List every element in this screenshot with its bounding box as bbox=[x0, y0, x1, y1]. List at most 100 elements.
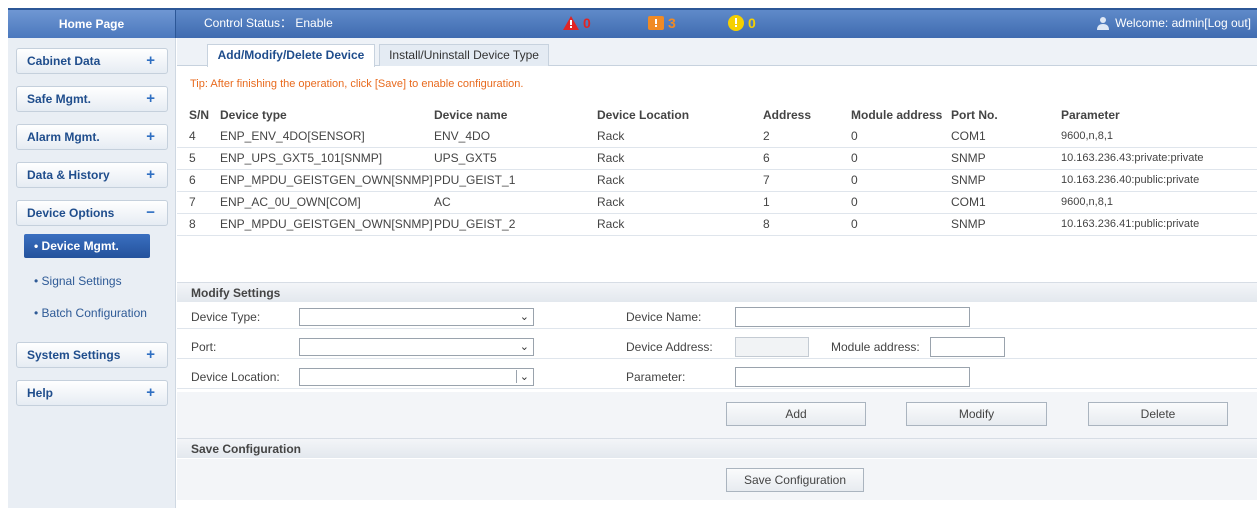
sidebar-item-cabinet-data[interactable]: Cabinet Data + bbox=[16, 48, 168, 74]
table-cell: 7 bbox=[763, 169, 851, 192]
expand-icon: + bbox=[146, 90, 155, 107]
device-table: S/N Device type Device name Device Locat… bbox=[177, 105, 1257, 236]
parameter-input[interactable] bbox=[735, 367, 970, 387]
modify-settings-header: Modify Settings bbox=[177, 282, 1257, 302]
expand-icon: + bbox=[146, 346, 155, 363]
parameter-label: Parameter: bbox=[626, 370, 686, 384]
sidebar-subitem-batch-configuration[interactable]: • Batch Configuration bbox=[34, 306, 147, 320]
device-type-select[interactable]: ⌄ bbox=[299, 308, 534, 326]
sidebar-item-alarm-mgmt[interactable]: Alarm Mgmt. + bbox=[16, 124, 168, 150]
table-cell: Rack bbox=[597, 191, 763, 214]
welcome-area: Welcome: admin[Log out] bbox=[1096, 16, 1251, 30]
column-header: Parameter bbox=[1061, 108, 1120, 122]
save-button-area: Save Configuration bbox=[177, 459, 1257, 500]
table-row[interactable]: 8 ENP_MPDU_GEISTGEN_OWN[SNMP] PDU_GEIST_… bbox=[177, 213, 1257, 236]
table-cell: 0 bbox=[851, 213, 951, 236]
table-cell: 6 bbox=[763, 147, 851, 170]
table-cell: 10.163.236.40:public:private bbox=[1061, 169, 1257, 192]
table-cell: 10.163.236.43:private:private bbox=[1061, 147, 1257, 170]
table-cell: ENP_UPS_GXT5_101[SNMP] bbox=[220, 147, 434, 170]
sidebar-subitem-signal-settings[interactable]: • Signal Settings bbox=[34, 274, 122, 288]
sidebar-item-label: System Settings bbox=[27, 348, 121, 362]
port-select[interactable]: ⌄ bbox=[299, 338, 534, 356]
table-cell: ENP_MPDU_GEISTGEN_OWN[SNMP] bbox=[220, 213, 434, 236]
table-cell: COM1 bbox=[951, 125, 1061, 148]
sidebar-item-label: Data & History bbox=[27, 168, 110, 182]
table-row[interactable]: 5 ENP_UPS_GXT5_101[SNMP] UPS_GXT5 Rack 6… bbox=[177, 147, 1257, 170]
delete-button[interactable]: Delete bbox=[1088, 402, 1228, 426]
device-name-input[interactable] bbox=[735, 307, 970, 327]
table-row[interactable]: 7 ENP_AC_0U_OWN[COM] AC Rack 1 0 COM1 96… bbox=[177, 191, 1257, 214]
table-cell: 10.163.236.41:public:private bbox=[1061, 213, 1257, 236]
table-row[interactable]: 6 ENP_MPDU_GEISTGEN_OWN[SNMP] PDU_GEIST_… bbox=[177, 169, 1257, 192]
major-alarm-count: 3 bbox=[668, 15, 676, 31]
collapse-icon: − bbox=[146, 204, 155, 221]
table-cell: 4 bbox=[177, 125, 220, 148]
form-row: Port: ⌄ Device Address: Module address: bbox=[177, 333, 1257, 359]
module-address-input[interactable] bbox=[930, 337, 1005, 357]
expand-icon: + bbox=[146, 384, 155, 401]
table-cell: 0 bbox=[851, 191, 951, 214]
sidebar-item-data-history[interactable]: Data & History + bbox=[16, 162, 168, 188]
save-configuration-button[interactable]: Save Configuration bbox=[726, 468, 864, 492]
table-cell: ENV_4DO bbox=[434, 125, 597, 148]
table-cell: 9600,n,8,1 bbox=[1061, 125, 1257, 148]
table-cell: ENP_MPDU_GEISTGEN_OWN[SNMP] bbox=[220, 169, 434, 192]
table-header-row: S/N Device type Device name Device Locat… bbox=[177, 105, 1257, 125]
expand-icon: + bbox=[146, 128, 155, 145]
table-cell: Rack bbox=[597, 125, 763, 148]
device-name-label: Device Name: bbox=[626, 310, 702, 324]
expand-icon: + bbox=[146, 166, 155, 183]
column-header: Port No. bbox=[951, 108, 998, 122]
sidebar-item-device-options[interactable]: Device Options − bbox=[16, 200, 168, 226]
table-cell: 1 bbox=[763, 191, 851, 214]
table-cell: Rack bbox=[597, 147, 763, 170]
home-page-button[interactable]: Home Page bbox=[8, 10, 176, 38]
chevron-down-icon: ⌄ bbox=[519, 311, 529, 323]
tab-add-modify-delete-device[interactable]: Add/Modify/Delete Device bbox=[207, 44, 375, 67]
chevron-down-icon: ⌄ bbox=[519, 341, 529, 353]
sidebar-item-label: Safe Mgmt. bbox=[27, 92, 92, 106]
critical-alarm-count: 0 bbox=[583, 15, 591, 31]
major-alarm-icon bbox=[648, 16, 664, 30]
table-cell: SNMP bbox=[951, 169, 1061, 192]
app-window: Home Page Control Status： Enable 0 3 0 W… bbox=[0, 0, 1257, 508]
add-button[interactable]: Add bbox=[726, 402, 866, 426]
table-cell: 0 bbox=[851, 125, 951, 148]
modify-button[interactable]: Modify bbox=[906, 402, 1047, 426]
critical-alarm-counter[interactable]: 0 bbox=[563, 15, 591, 31]
device-location-select[interactable]: ⌄ bbox=[299, 368, 534, 386]
action-button-area: Add Modify Delete bbox=[177, 392, 1257, 438]
control-status: Control Status： Enable bbox=[204, 16, 333, 30]
column-header: S/N bbox=[189, 108, 210, 122]
column-header: Address bbox=[763, 108, 812, 122]
sidebar-item-safe-mgmt[interactable]: Safe Mgmt. + bbox=[16, 86, 168, 112]
sidebar-item-label: Alarm Mgmt. bbox=[27, 130, 100, 144]
table-cell: 7 bbox=[177, 191, 220, 214]
column-header: Module address bbox=[851, 108, 943, 122]
column-header: Device name bbox=[434, 108, 508, 122]
table-cell: PDU_GEIST_2 bbox=[434, 213, 597, 236]
table-row[interactable]: 4 ENP_ENV_4DO[SENSOR] ENV_4DO Rack 2 0 C… bbox=[177, 125, 1257, 148]
tab-install-uninstall-device-type[interactable]: Install/Uninstall Device Type bbox=[379, 44, 549, 66]
table-cell: AC bbox=[434, 191, 597, 214]
table-cell: ENP_AC_0U_OWN[COM] bbox=[220, 191, 434, 214]
table-cell: Rack bbox=[597, 213, 763, 236]
module-address-label: Module address: bbox=[831, 340, 920, 354]
sidebar-subitem-device-mgmt[interactable]: • Device Mgmt. bbox=[24, 234, 150, 258]
table-cell: 8 bbox=[763, 213, 851, 236]
table-cell: PDU_GEIST_1 bbox=[434, 169, 597, 192]
welcome-logout-link[interactable]: Welcome: admin[Log out] bbox=[1115, 16, 1251, 30]
device-address-input[interactable] bbox=[735, 337, 809, 357]
column-header: Device type bbox=[220, 108, 287, 122]
minor-alarm-counter[interactable]: 0 bbox=[728, 15, 756, 31]
save-configuration-header: Save Configuration bbox=[177, 438, 1257, 458]
minor-alarm-icon bbox=[728, 15, 744, 31]
device-type-label: Device Type: bbox=[191, 310, 261, 324]
sidebar-item-help[interactable]: Help + bbox=[16, 380, 168, 406]
major-alarm-counter[interactable]: 3 bbox=[648, 15, 676, 31]
expand-icon: + bbox=[146, 52, 155, 69]
user-icon bbox=[1097, 17, 1110, 30]
table-cell: 0 bbox=[851, 169, 951, 192]
sidebar-item-system-settings[interactable]: System Settings + bbox=[16, 342, 168, 368]
